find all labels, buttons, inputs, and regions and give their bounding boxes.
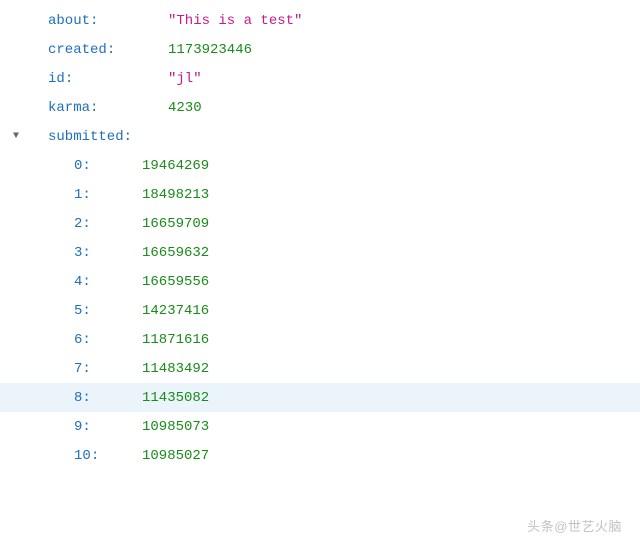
array-value: 11483492 (142, 361, 209, 377)
array-index: 7: (24, 361, 142, 377)
property-key: created: (24, 42, 168, 58)
array-index: 4: (24, 274, 142, 290)
property-row-id[interactable]: id: "jl" (0, 64, 640, 93)
array-value: 10985073 (142, 419, 209, 435)
property-value: "This is a test" (168, 13, 302, 29)
property-row-karma[interactable]: karma: 4230 (0, 93, 640, 122)
array-item-row[interactable]: 10: 10985027 (0, 441, 640, 470)
array-index: 2: (24, 216, 142, 232)
array-value: 10985027 (142, 448, 209, 464)
array-value: 18498213 (142, 187, 209, 203)
array-value: 16659632 (142, 245, 209, 261)
property-key: about: (24, 13, 168, 29)
array-index: 8: (24, 390, 142, 406)
property-value: "jl" (168, 71, 202, 87)
property-row-submitted[interactable]: ▼ submitted: (0, 122, 640, 151)
array-item-row[interactable]: 3: 16659632 (0, 238, 640, 267)
array-index: 5: (24, 303, 142, 319)
array-index: 3: (24, 245, 142, 261)
array-value: 19464269 (142, 158, 209, 174)
array-value: 16659556 (142, 274, 209, 290)
array-index: 6: (24, 332, 142, 348)
array-item-row[interactable]: 9: 10985073 (0, 412, 640, 441)
array-value: 16659709 (142, 216, 209, 232)
array-item-row[interactable]: 2: 16659709 (0, 209, 640, 238)
array-value: 11435082 (142, 390, 209, 406)
array-index: 0: (24, 158, 142, 174)
array-item-row[interactable]: 5: 14237416 (0, 296, 640, 325)
property-key: karma: (24, 100, 168, 116)
array-item-row[interactable]: 6: 11871616 (0, 325, 640, 354)
array-value: 14237416 (142, 303, 209, 319)
property-key: id: (24, 71, 168, 87)
array-item-row[interactable]: 8: 11435082 (0, 383, 640, 412)
array-item-row[interactable]: 0: 19464269 (0, 151, 640, 180)
property-value: 1173923446 (168, 42, 252, 58)
array-index: 1: (24, 187, 142, 203)
property-row-about[interactable]: about: "This is a test" (0, 6, 640, 35)
watermark-text: 头条@世艺火脑 (527, 516, 622, 535)
collapse-toggle-icon[interactable]: ▼ (8, 131, 24, 142)
array-index: 9: (24, 419, 142, 435)
property-row-created[interactable]: created: 1173923446 (0, 35, 640, 64)
property-value: 4230 (168, 100, 202, 116)
json-tree-viewer: about: "This is a test" created: 1173923… (0, 0, 640, 470)
array-value: 11871616 (142, 332, 209, 348)
array-item-row[interactable]: 4: 16659556 (0, 267, 640, 296)
array-index: 10: (24, 448, 142, 464)
array-item-row[interactable]: 1: 18498213 (0, 180, 640, 209)
property-key: submitted: (24, 129, 132, 145)
array-item-row[interactable]: 7: 11483492 (0, 354, 640, 383)
